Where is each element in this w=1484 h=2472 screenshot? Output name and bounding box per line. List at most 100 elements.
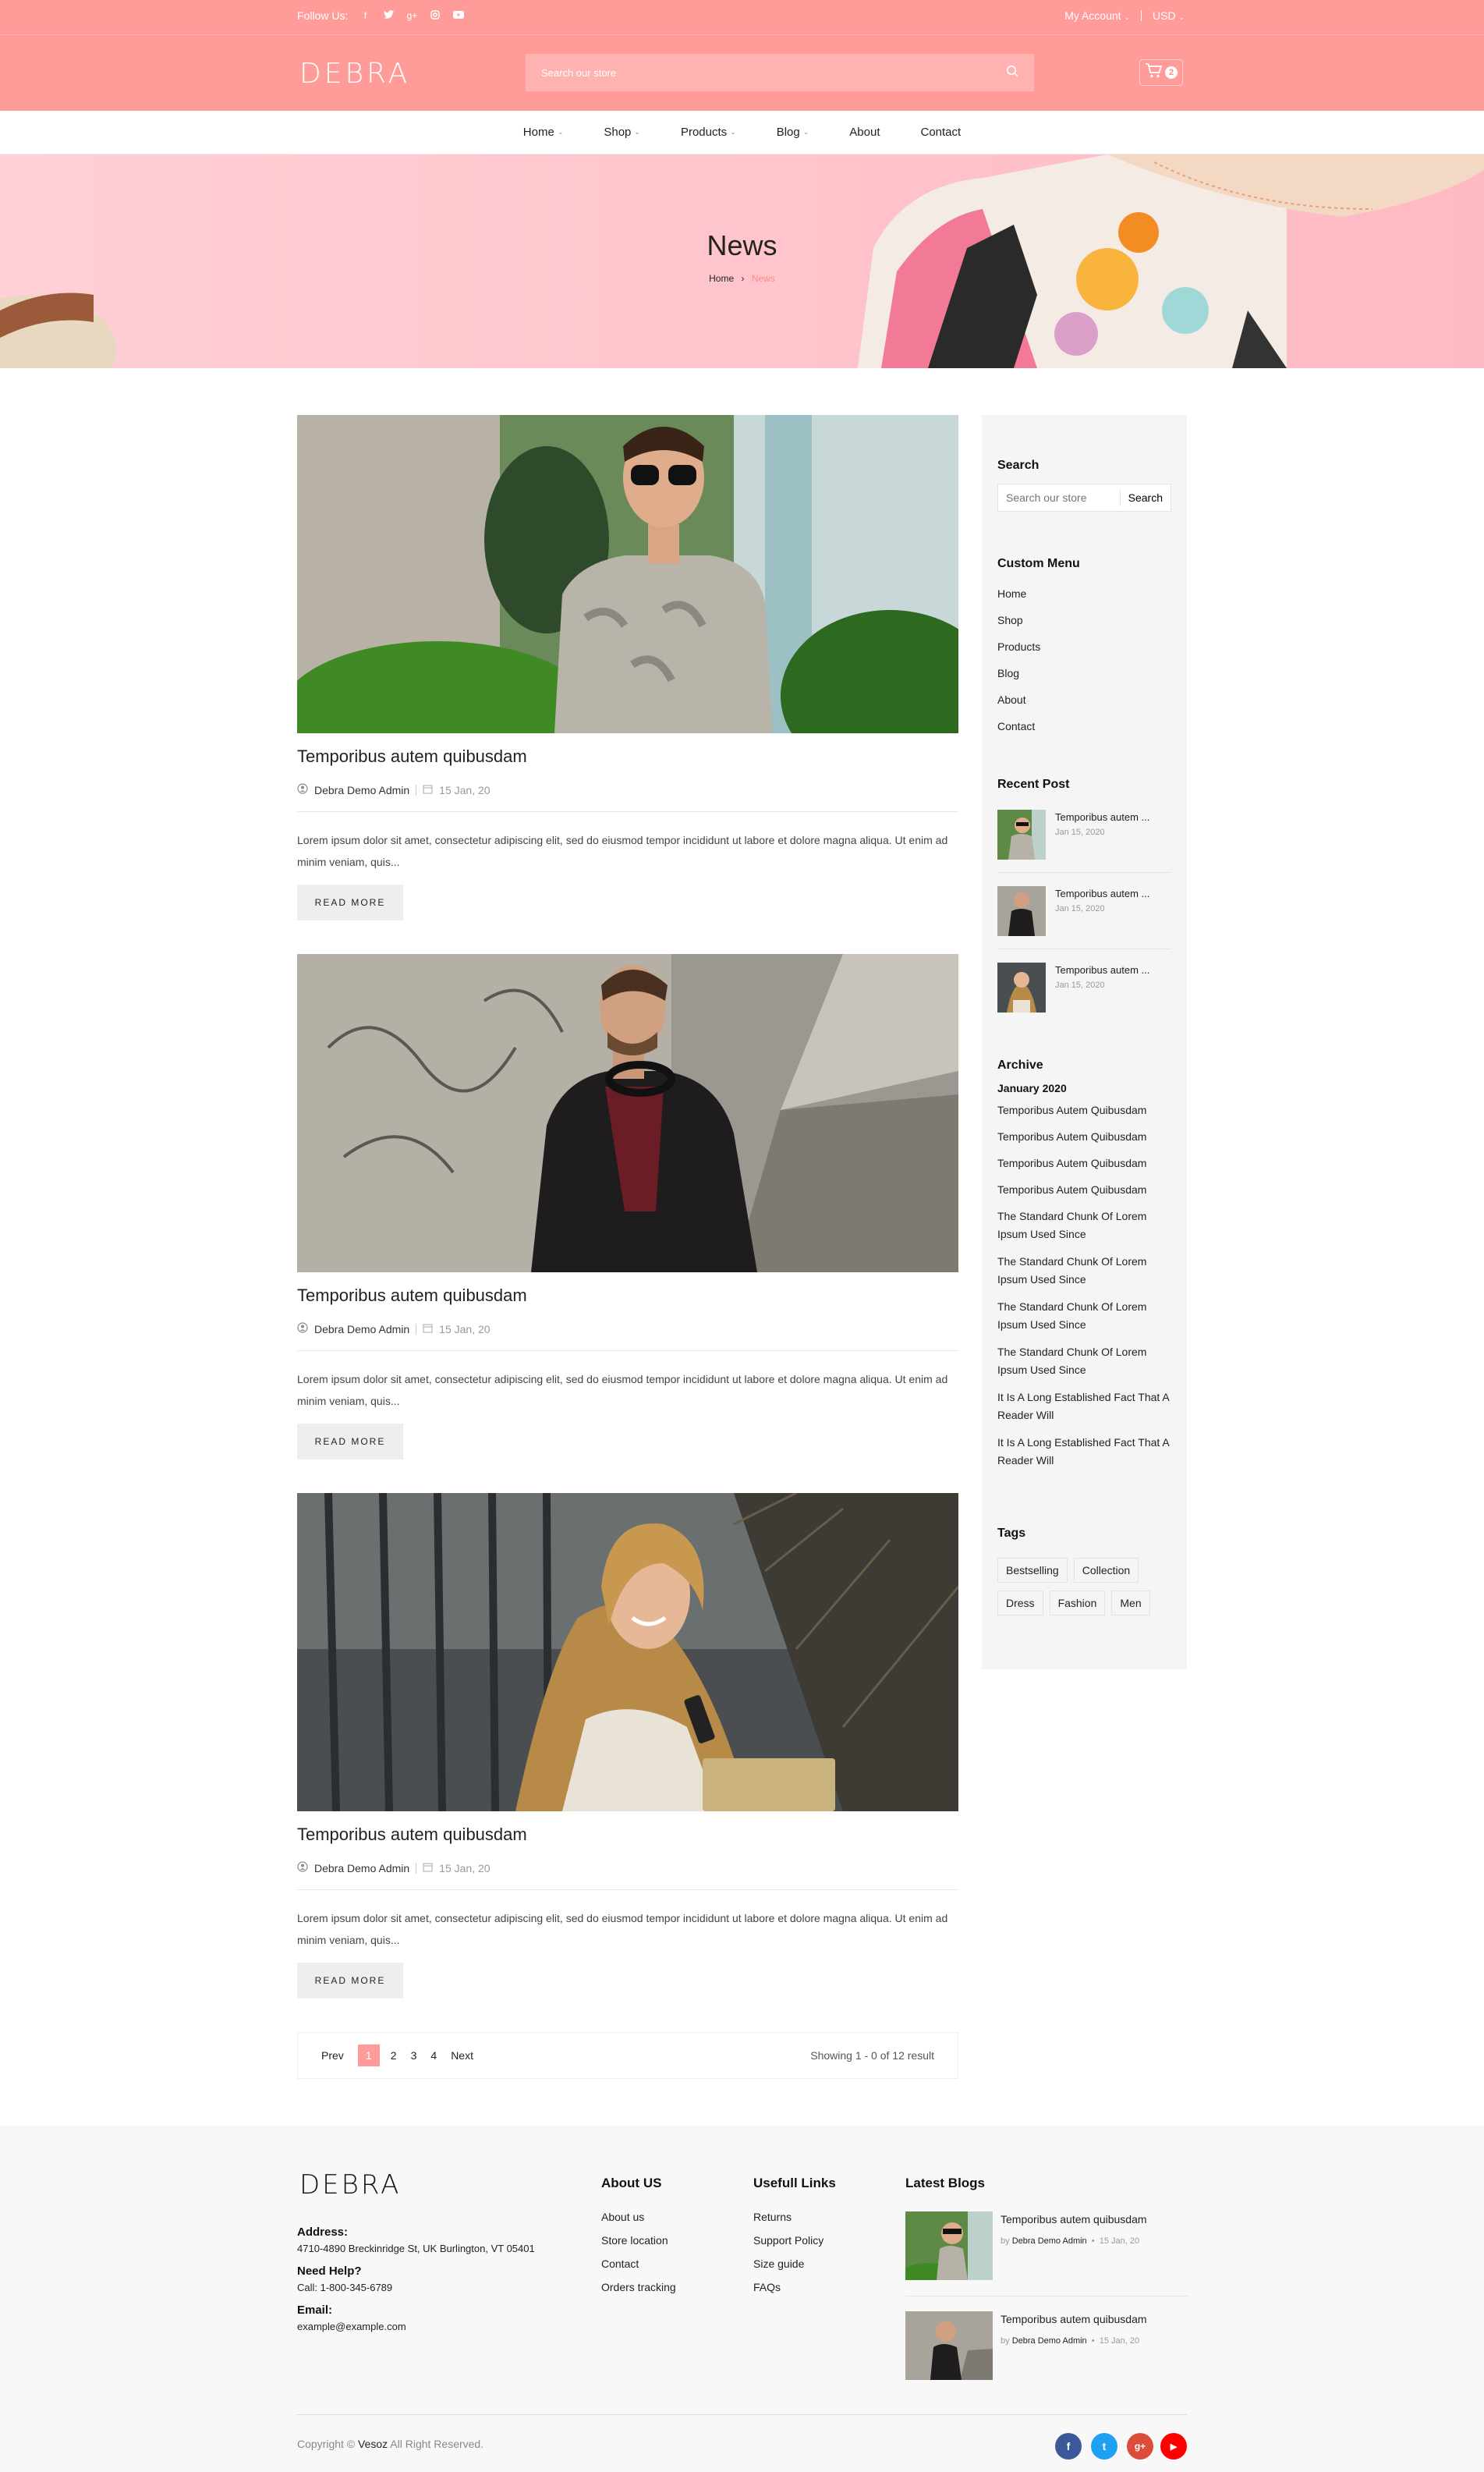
read-more-button[interactable]: READ MORE	[297, 1963, 403, 1999]
archive-item[interactable]: The Standard Chunk Of Lorem Ipsum Used S…	[997, 1208, 1169, 1243]
archive-item[interactable]: Temporibus Autem Quibusdam	[997, 1101, 1171, 1119]
instagram-icon[interactable]	[429, 9, 441, 22]
nav-item-products[interactable]: Products ⌄	[661, 126, 756, 139]
currency-label: USD	[1153, 9, 1176, 22]
recent-post-date: Jan 15, 2020	[1055, 828, 1105, 837]
sidebar-menu-item[interactable]: Products	[997, 640, 1040, 653]
footer-link[interactable]: Store location	[601, 2234, 668, 2247]
post-title[interactable]: Temporibus autem quibusdam	[297, 747, 527, 767]
site-logo[interactable]: DEBRA	[299, 58, 410, 90]
twitter-icon[interactable]	[382, 10, 395, 21]
email-text[interactable]: example@example.com	[297, 2321, 406, 2332]
facebook-icon[interactable]: f	[359, 10, 371, 21]
footer-blog-meta: by Debra Demo Admin • 15 Jan, 20	[1001, 2336, 1140, 2346]
post-title[interactable]: Temporibus autem quibusdam	[297, 1825, 527, 1845]
post-author[interactable]: Debra Demo Admin	[314, 1862, 409, 1874]
cart-icon	[1145, 62, 1163, 83]
currency-dropdown[interactable]: USD ⌄	[1153, 9, 1185, 22]
post-author[interactable]: Debra Demo Admin	[314, 1323, 409, 1335]
google-plus-icon[interactable]: g+	[406, 10, 418, 21]
sidebar-menu-item[interactable]: Contact	[997, 720, 1035, 732]
nav-label: Home	[522, 126, 554, 139]
tag[interactable]: Bestselling	[997, 1558, 1068, 1583]
user-icon	[297, 1322, 308, 1335]
post-image[interactable]	[297, 415, 958, 733]
page-number[interactable]: 4	[430, 2049, 437, 2062]
post-image[interactable]	[297, 1493, 958, 1811]
calendar-icon	[423, 1862, 433, 1874]
archive-month[interactable]: January 2020	[997, 1082, 1067, 1094]
copyright-brand[interactable]: Vesoz	[358, 2438, 388, 2450]
cart-button[interactable]: 2	[1139, 59, 1183, 86]
archive-item[interactable]: Temporibus Autem Quibusdam	[997, 1181, 1171, 1199]
footer-link[interactable]: FAQs	[753, 2281, 781, 2293]
tag[interactable]: Fashion	[1049, 1591, 1106, 1615]
footer-blog-item[interactable]: Temporibus autem quibusdam by Debra Demo…	[905, 2211, 1188, 2283]
pagination: Prev 1 2 3 4 Next Showing 1 - 0 of 12 re…	[297, 2032, 958, 2079]
footer-link[interactable]: Orders tracking	[601, 2281, 676, 2293]
header-search	[526, 54, 1034, 91]
archive-item[interactable]: Temporibus Autem Quibusdam	[997, 1154, 1171, 1172]
sidebar-search-button[interactable]: Search	[1119, 489, 1171, 506]
nav-item-blog[interactable]: Blog ⌄	[756, 126, 830, 139]
archive-item[interactable]: It Is A Long Established Fact That A Rea…	[997, 1434, 1177, 1470]
page-number[interactable]: 3	[411, 2049, 417, 2062]
search-icon[interactable]	[1006, 65, 1018, 81]
post-image[interactable]	[297, 954, 958, 1272]
youtube-icon[interactable]: ▶	[1160, 2433, 1187, 2460]
top-header: Follow Us: f g+ My Account ⌄ USD ⌄ DEBRA…	[0, 0, 1484, 111]
breadcrumb: Home › News	[0, 273, 1484, 284]
footer-blog-author: Debra Demo Admin	[1011, 2236, 1087, 2246]
archive-item[interactable]: Temporibus Autem Quibusdam	[997, 1128, 1171, 1146]
footer-link[interactable]: Contact	[601, 2257, 639, 2270]
divider	[297, 1350, 958, 1351]
breadcrumb-home[interactable]: Home	[709, 273, 734, 284]
recent-post[interactable]: Temporibus autem ... Jan 15, 2020	[997, 963, 1171, 1027]
archive-item[interactable]: The Standard Chunk Of Lorem Ipsum Used S…	[997, 1343, 1169, 1379]
blog-post: Temporibus autem quibusdam Debra Demo Ad…	[297, 1493, 958, 1999]
nav-item-about[interactable]: About	[829, 126, 900, 139]
nav-item-shop[interactable]: Shop ⌄	[583, 126, 661, 139]
tag[interactable]: Men	[1111, 1591, 1150, 1615]
page-number[interactable]: 2	[391, 2049, 397, 2062]
post-meta: Debra Demo Admin 15 Jan, 20	[297, 1322, 491, 1335]
post-author[interactable]: Debra Demo Admin	[314, 784, 409, 796]
page-title: News	[707, 229, 777, 261]
post-title[interactable]: Temporibus autem quibusdam	[297, 1286, 527, 1306]
tag-cloud: Bestselling Collection Dress Fashion Men	[997, 1558, 1171, 1615]
sidebar-menu-item[interactable]: Blog	[997, 667, 1019, 679]
facebook-icon[interactable]: f	[1055, 2433, 1082, 2460]
google-plus-icon[interactable]: g+	[1127, 2433, 1153, 2460]
post-excerpt: Lorem ipsum dolor sit amet, consectetur …	[297, 834, 948, 868]
tag[interactable]: Collection	[1073, 1558, 1139, 1583]
recent-post[interactable]: Temporibus autem ... Jan 15, 2020	[997, 810, 1171, 874]
archive-item[interactable]: It Is A Long Established Fact That A Rea…	[997, 1389, 1177, 1424]
my-account-dropdown[interactable]: My Account ⌄	[1064, 9, 1130, 22]
recent-post[interactable]: Temporibus autem ... Jan 15, 2020	[997, 886, 1171, 950]
sidebar-menu-item[interactable]: Home	[997, 587, 1026, 600]
archive-item[interactable]: The Standard Chunk Of Lorem Ipsum Used S…	[997, 1253, 1169, 1289]
pagination-prev[interactable]: Prev	[321, 2049, 344, 2062]
read-more-button[interactable]: READ MORE	[297, 1424, 403, 1459]
archive-item[interactable]: The Standard Chunk Of Lorem Ipsum Used S…	[997, 1298, 1169, 1334]
tag[interactable]: Dress	[997, 1591, 1043, 1615]
footer-link[interactable]: About us	[601, 2211, 644, 2223]
sidebar-menu-item[interactable]: About	[997, 693, 1026, 706]
sidebar-search-input[interactable]	[998, 491, 1120, 504]
footer-link[interactable]: Size guide	[753, 2257, 804, 2270]
read-more-button[interactable]: READ MORE	[297, 885, 403, 920]
footer-link[interactable]: Returns	[753, 2211, 792, 2223]
nav-item-contact[interactable]: Contact	[900, 126, 981, 139]
youtube-icon[interactable]	[452, 10, 465, 21]
sidebar-menu-item[interactable]: Shop	[997, 614, 1023, 626]
footer-blog-item[interactable]: Temporibus autem quibusdam by Debra Demo…	[905, 2311, 1188, 2383]
page-number[interactable]: 1	[357, 2045, 380, 2066]
chevron-down-icon: ⌄	[634, 128, 640, 136]
pagination-next[interactable]: Next	[451, 2049, 473, 2062]
sidebar: Search Search Custom Menu Home Shop Prod…	[982, 415, 1187, 1669]
twitter-icon[interactable]: t	[1091, 2433, 1117, 2460]
footer-link[interactable]: Support Policy	[753, 2234, 823, 2247]
nav-item-home[interactable]: Home ⌄	[503, 126, 584, 139]
search-input[interactable]	[541, 66, 1006, 79]
footer-logo[interactable]: DEBRA	[299, 2169, 401, 2201]
